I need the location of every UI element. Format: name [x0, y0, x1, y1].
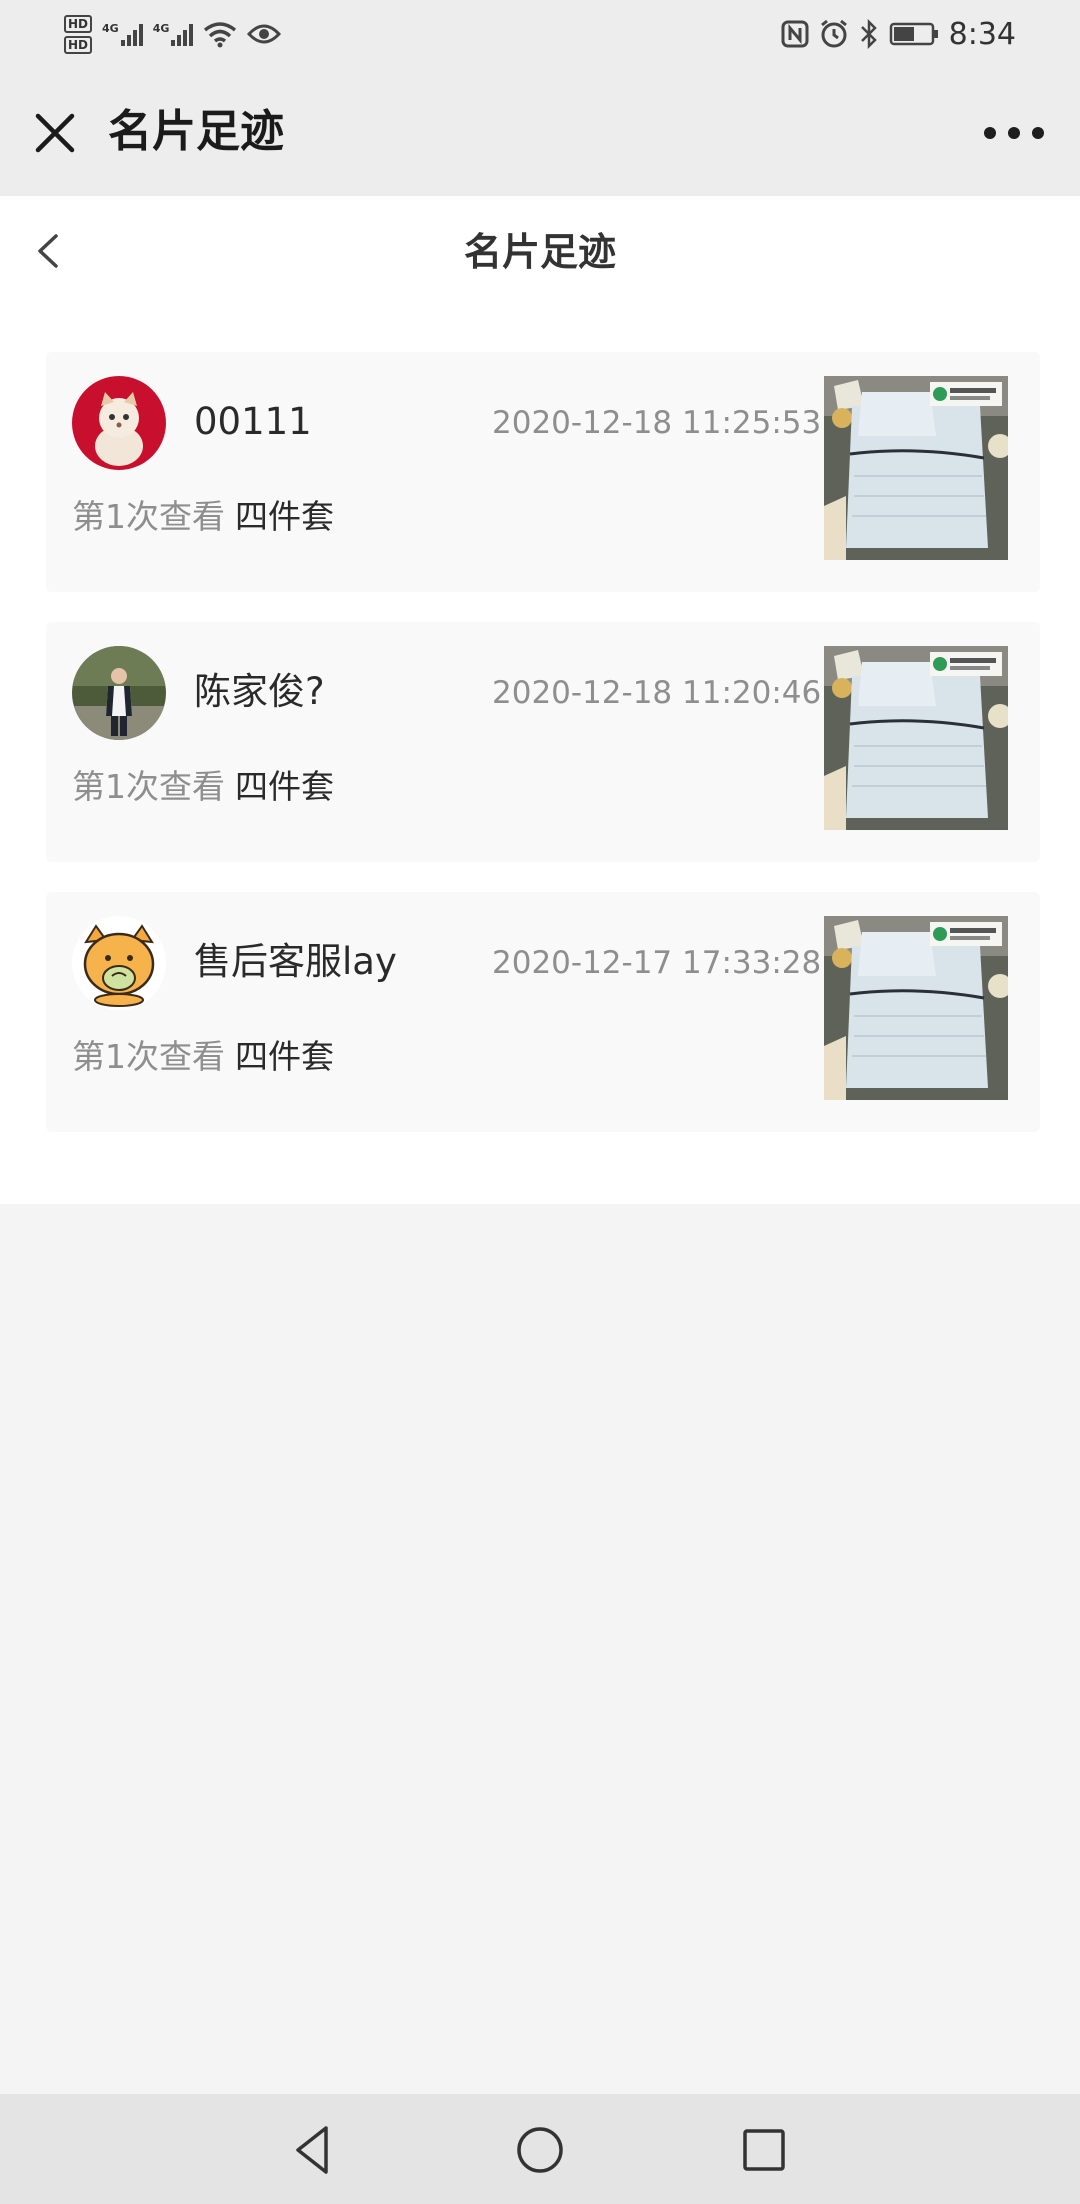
page-content: 名片足迹 00111 2020-12-18 11:25:53 第1次查看四件套 — [0, 196, 1080, 1204]
kitten-avatar — [72, 376, 166, 470]
product-image[interactable] — [824, 916, 1008, 1100]
eye-icon — [247, 24, 282, 44]
title-bar-title: 名片足迹 — [108, 106, 284, 157]
view-meta: 第1次查看 四件套 — [72, 764, 334, 810]
title-bar: 名片足迹 — [0, 66, 1080, 196]
back-triangle-icon[interactable] — [282, 2118, 346, 2182]
product-name: 四件套 — [235, 767, 334, 806]
status-bar: HD HD 4G 4G 8:34 — [0, 0, 1080, 66]
home-circle-icon[interactable] — [508, 2118, 572, 2182]
network-label: 4G — [102, 22, 119, 35]
view-time: 2020-12-17 17:33:28 — [492, 945, 822, 981]
network-label: 4G — [152, 22, 170, 35]
list-item[interactable]: 售后客服lay 2020-12-17 17:33:28 第1次查看 四件套 — [46, 892, 1040, 1132]
view-meta: 第1次查看 四件套 — [72, 494, 334, 540]
view-count: 第1次查看 — [72, 497, 225, 536]
view-time: 2020-12-18 11:20:46 — [492, 675, 822, 711]
cartoon-avatar — [72, 916, 166, 1010]
product-image[interactable] — [824, 646, 1008, 830]
product-name: 四件套 — [235, 1037, 334, 1076]
page-title: 名片足迹 — [463, 230, 616, 274]
clock: 8:34 — [948, 16, 1016, 52]
nfc-icon — [781, 20, 809, 48]
battery-icon — [889, 22, 938, 46]
hd-icon: HD HD — [64, 14, 93, 54]
navigation-bar — [0, 2094, 1080, 2204]
product-name: 四件套 — [235, 497, 334, 536]
bluetooth-icon — [860, 19, 877, 49]
viewer-name: 00111 — [194, 400, 312, 443]
person-avatar — [72, 646, 166, 740]
status-bar-left: HD HD 4G 4G — [64, 8, 282, 60]
view-time: 2020-12-18 11:25:53 — [492, 405, 822, 441]
list-item[interactable]: 陈家俊? 2020-12-18 11:20:46 第1次查看 四件套 — [46, 622, 1040, 862]
alarm-icon — [820, 19, 847, 48]
view-count: 第1次查看 — [72, 1037, 225, 1076]
view-meta: 第1次查看 四件套 — [72, 1034, 334, 1080]
page-header: 名片足迹 — [0, 196, 1080, 306]
product-image[interactable] — [824, 376, 1008, 560]
recents-square-icon[interactable] — [732, 2118, 796, 2182]
hd-label: HD — [64, 14, 93, 33]
signal-icon: 4G — [102, 22, 143, 46]
viewer-name: 售后客服lay — [194, 940, 397, 983]
list-item[interactable]: 00111 2020-12-18 11:25:53 第1次查看 四件套 — [46, 352, 1040, 592]
more-dots-icon[interactable] — [984, 118, 1044, 148]
signal-icon: 4G — [153, 22, 194, 46]
close-icon[interactable] — [28, 106, 82, 160]
view-count: 第1次查看 — [72, 767, 225, 806]
hd-label: HD — [64, 35, 93, 54]
wifi-icon — [204, 22, 237, 48]
status-bar-right: 8:34 — [781, 8, 1016, 60]
viewer-name: 陈家俊? — [194, 670, 325, 713]
